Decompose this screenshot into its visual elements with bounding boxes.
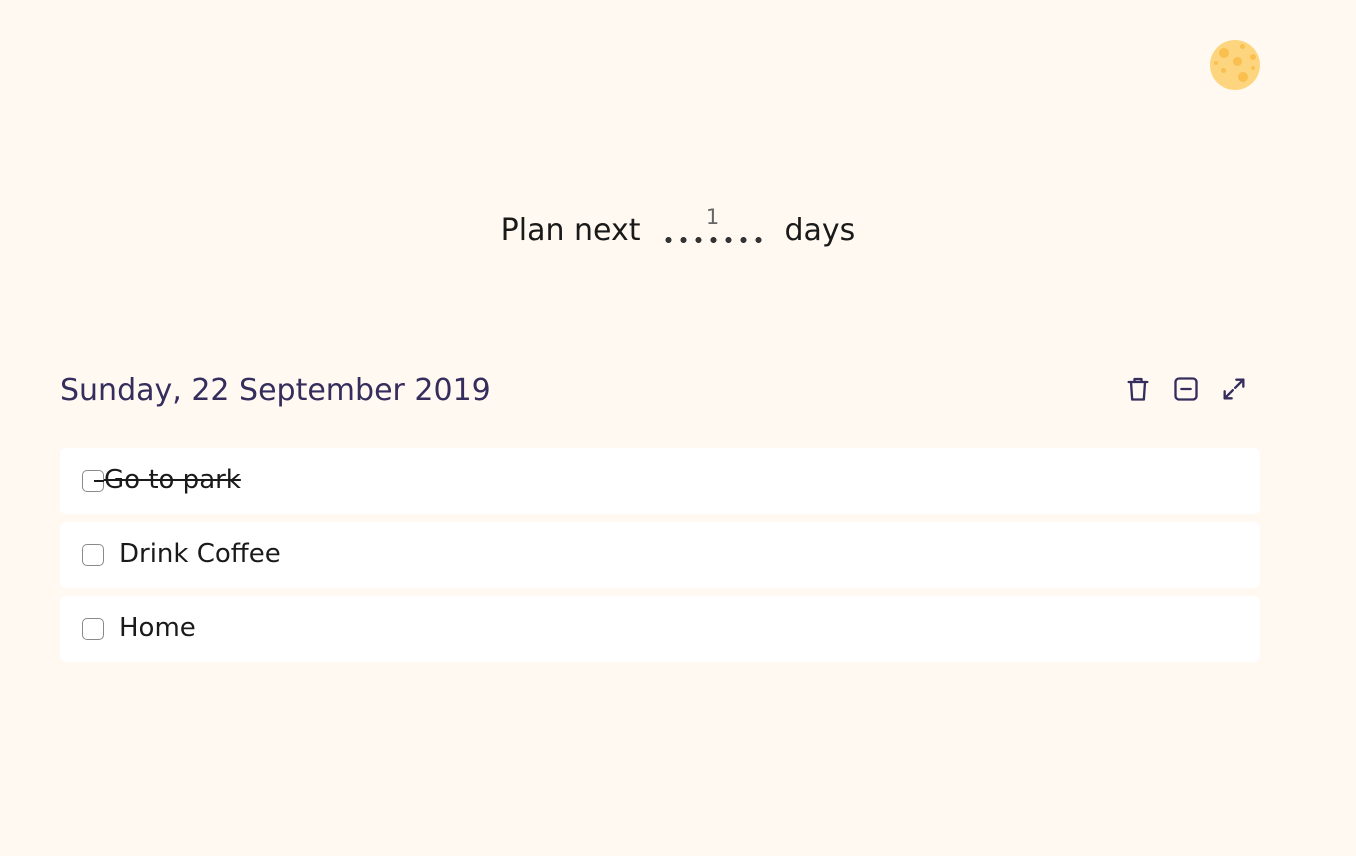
task-list: Go to park Drink Coffee Home [60,448,1260,670]
task-checkbox[interactable] [82,618,104,640]
task-item: Go to park [60,448,1260,514]
day-actions [1124,372,1248,406]
expand-day-button[interactable] [1220,372,1248,406]
plan-prefix-label: Plan next [500,213,641,248]
page: Plan next days Sunday, 22 September 2019 [0,0,1356,856]
task-checkbox[interactable] [82,544,104,566]
delete-day-button[interactable] [1124,372,1152,406]
trash-icon [1127,377,1149,401]
plan-days-row: Plan next days [0,204,1356,252]
day-title: Sunday, 22 September 2019 [60,373,491,408]
moon-icon[interactable] [1210,40,1260,90]
maximize-icon [1223,378,1245,400]
days-count-input[interactable] [660,204,765,244]
collapse-day-button[interactable] [1172,372,1200,406]
plan-suffix-label: days [784,213,856,248]
task-label: Drink Coffee [119,539,281,569]
minus-square-icon [1174,377,1198,401]
task-item: Home [60,596,1260,662]
task-item: Drink Coffee [60,522,1260,588]
task-label: Go to park [94,465,241,495]
task-label: Home [119,613,196,643]
